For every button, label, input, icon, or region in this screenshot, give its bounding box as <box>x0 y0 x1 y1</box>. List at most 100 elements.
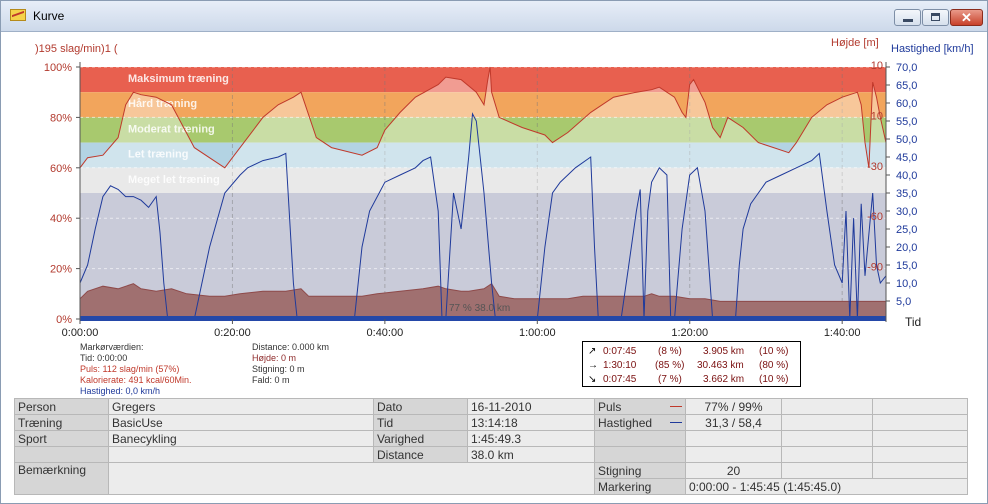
lap-distance-pct: (10 %) <box>759 374 789 385</box>
empty-cell <box>685 446 782 463</box>
height-tick-label: -60 <box>867 211 883 223</box>
cursor-calories: Kalorierate: 491 kcal/60Min. <box>80 375 192 385</box>
speed-tick-label: 15,0 <box>896 260 917 272</box>
lap-time: 1:30:10 <box>603 360 637 371</box>
lap-row-up: ↗ 0:07:45 (8 %) 3.905 km (10 %) <box>583 344 802 359</box>
table-row: Distance 38.0 km <box>14 446 968 463</box>
time-tick-label: 0:40:00 <box>367 327 404 339</box>
title-bar: Kurve ✕ <box>1 1 987 32</box>
pct-tick-label: 100% <box>44 62 72 74</box>
cursor-speed: Hastighed: 0,0 km/h <box>80 386 161 396</box>
minimize-button[interactable] <box>894 9 921 26</box>
close-icon: ✕ <box>961 10 972 25</box>
person-value: Gregers <box>108 398 374 415</box>
lap-row-down: ↘ 0:07:45 (7 %) 3.662 km (10 %) <box>583 372 802 387</box>
height-tick-label: 10 <box>871 110 883 122</box>
speed-tick-label: 70,0 <box>896 62 917 74</box>
table-row: Person Gregers Dato 16-11-2010 Puls 77% … <box>14 398 968 415</box>
speed-tick-label: 50,0 <box>896 134 917 146</box>
table-row: Sport Banecykling Varighed 1:45:49.3 <box>14 430 968 447</box>
empty-cell <box>781 446 873 463</box>
zone-label: Maksimum træning <box>128 73 229 85</box>
speed-tick-label: 10,0 <box>896 278 917 290</box>
pct-tick-label: 0% <box>56 314 72 326</box>
pct-tick-label: 20% <box>50 264 72 276</box>
maximize-icon <box>931 13 940 21</box>
speed-tick-label: 5,0 <box>896 296 911 308</box>
table-row: Bemærkning Stigning 20 <box>14 462 968 495</box>
duration-value: 1:45:49.3 <box>467 430 595 447</box>
summary-table: Person Gregers Dato 16-11-2010 Puls 77% … <box>14 398 968 495</box>
time-tick-label: 0:20:00 <box>214 327 251 339</box>
cursor-title: Markørværdien: <box>80 342 144 352</box>
speed-tick-label: 55,0 <box>896 116 917 128</box>
cursor-climb: Stigning: 0 m <box>252 364 305 374</box>
cursor-pulse: Puls: 112 slag/min (57%) <box>80 364 180 374</box>
distance-value: 38.0 km <box>467 446 595 463</box>
pulse-label: Puls <box>594 398 686 415</box>
empty-cell <box>781 398 873 415</box>
time-tick-label: 0:00:00 <box>62 327 99 339</box>
lap-time-pct: (7 %) <box>658 374 682 385</box>
time-tick-label: 1:00:00 <box>519 327 556 339</box>
time-tick-label: 1:40:00 <box>824 327 861 339</box>
speed-tick-label: 65,0 <box>896 80 917 92</box>
climb-value: 20 <box>685 462 782 479</box>
speed-tick-label: 45,0 <box>896 152 917 164</box>
window-title: Kurve <box>33 9 65 23</box>
workout-chart[interactable]: Maksimum træningHård træningModerat træn… <box>2 32 988 392</box>
table-row: Træning BasicUse Tid 13:14:18 Hastighed … <box>14 414 968 431</box>
training-label: Træning <box>14 414 109 431</box>
pct-tick-label: 60% <box>50 163 72 175</box>
lap-distance-pct: (80 %) <box>759 360 789 371</box>
lap-distance-pct: (10 %) <box>759 346 789 357</box>
close-button[interactable]: ✕ <box>950 9 983 26</box>
speed-value: 31,3 / 58,4 <box>685 414 782 431</box>
climb-label: Stigning <box>594 462 686 479</box>
pct-tick-label: 40% <box>50 213 72 225</box>
speed-tick-label: 60,0 <box>896 98 917 110</box>
chart-area[interactable]: Maksimum træningHård træningModerat træn… <box>2 32 988 392</box>
duration-label: Varighed <box>373 430 468 447</box>
maximize-button[interactable] <box>922 9 949 26</box>
empty-cell <box>781 430 873 447</box>
empty-cell <box>685 430 782 447</box>
empty-cell <box>872 398 968 415</box>
remark-label: Bemærkning <box>14 462 109 495</box>
pulse-value: 77% / 99% <box>685 398 782 415</box>
arrow-down-right-icon: ↘ <box>588 374 597 385</box>
cursor-distance: Distance: 0.000 km <box>252 342 330 352</box>
chart-window: Kurve ✕ Maksimum træningHård træningMode… <box>0 0 988 504</box>
speed-tick-label: 25,0 <box>896 224 917 236</box>
pulse-label-text: Puls <box>598 399 622 414</box>
speed-axis-label: Hastighed [km/h] <box>891 43 974 55</box>
lap-time: 0:07:45 <box>603 374 637 385</box>
distance-label: Distance <box>373 446 468 463</box>
time-axis-label: Tid <box>905 315 921 329</box>
training-value: BasicUse <box>108 414 374 431</box>
time-label: Tid <box>373 414 468 431</box>
speed-label-text: Hastighed <box>598 415 653 430</box>
speed-tick-label: 40,0 <box>896 170 917 182</box>
empty-cell <box>108 446 374 463</box>
height-tick-label: -90 <box>867 262 883 274</box>
pct-tick-label: 80% <box>50 112 72 124</box>
lap-distance: 3.905 km <box>703 346 745 357</box>
chart-app-icon <box>10 9 26 21</box>
speed-legend-line <box>670 421 682 423</box>
minimize-icon <box>903 19 913 22</box>
time-value: 13:14:18 <box>467 414 595 431</box>
remark-value[interactable] <box>108 462 595 495</box>
empty-cell <box>594 430 686 447</box>
date-label: Dato <box>373 398 468 415</box>
lap-row-flat: → 1:30:10 (85 %) 30.463 km (80 %) <box>583 358 802 373</box>
pulse-axis-label: )195 slag/min)1 ( <box>35 43 118 55</box>
empty-cell <box>872 414 968 431</box>
speed-tick-label: 30,0 <box>896 206 917 218</box>
height-tick-label: -30 <box>867 161 883 173</box>
marking-value: 0:00:00 - 1:45:45 (1:45:45.0) <box>685 478 968 495</box>
speed-tick-label: 20,0 <box>896 242 917 254</box>
cursor-fall: Fald: 0 m <box>252 375 290 385</box>
lap-distance: 3.662 km <box>703 374 745 385</box>
cursor-info-mid: Distance: 0.000 km Højde: 0 m Stigning: … <box>252 342 329 386</box>
